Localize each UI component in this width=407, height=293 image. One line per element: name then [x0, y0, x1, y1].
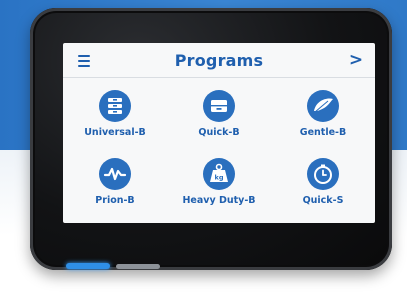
program-label: Quick-B	[198, 127, 240, 138]
weight-kg-icon: kg	[203, 158, 235, 190]
stacked-trays-icon	[99, 90, 131, 122]
program-label: Prion-B	[95, 195, 135, 206]
program-heavy-duty-b[interactable]: kg Heavy Duty-B	[167, 157, 271, 223]
program-quick-b[interactable]: Quick-B	[167, 89, 271, 155]
program-label: Quick-S	[302, 195, 344, 206]
program-quick-s[interactable]: Quick-S	[271, 157, 375, 223]
program-label: Heavy Duty-B	[182, 195, 256, 206]
program-label: Universal-B	[84, 127, 146, 138]
kg-text: kg	[215, 174, 224, 182]
program-grid: Universal-B Quick-B Gentle-B Prion-B kg …	[63, 83, 375, 223]
chevron-right-icon[interactable]: >	[347, 50, 365, 70]
program-label: Gentle-B	[299, 127, 347, 138]
feather-icon	[307, 90, 339, 122]
screen-header: Programs >	[63, 43, 375, 77]
indicator-led-active	[66, 263, 110, 269]
single-tray-icon	[203, 90, 235, 122]
program-gentle-b[interactable]: Gentle-B	[271, 89, 375, 155]
program-prion-b[interactable]: Prion-B	[63, 157, 167, 223]
indicator-led-inactive	[116, 264, 160, 269]
header-divider	[63, 77, 375, 78]
wave-icon	[99, 158, 131, 190]
hamburger-menu-icon[interactable]	[75, 52, 93, 68]
touchscreen: Programs > Universal-B Quick-B Gentle-B …	[63, 43, 375, 223]
program-universal-b[interactable]: Universal-B	[63, 89, 167, 155]
timer-icon	[307, 158, 339, 190]
page-title: Programs	[174, 50, 264, 70]
